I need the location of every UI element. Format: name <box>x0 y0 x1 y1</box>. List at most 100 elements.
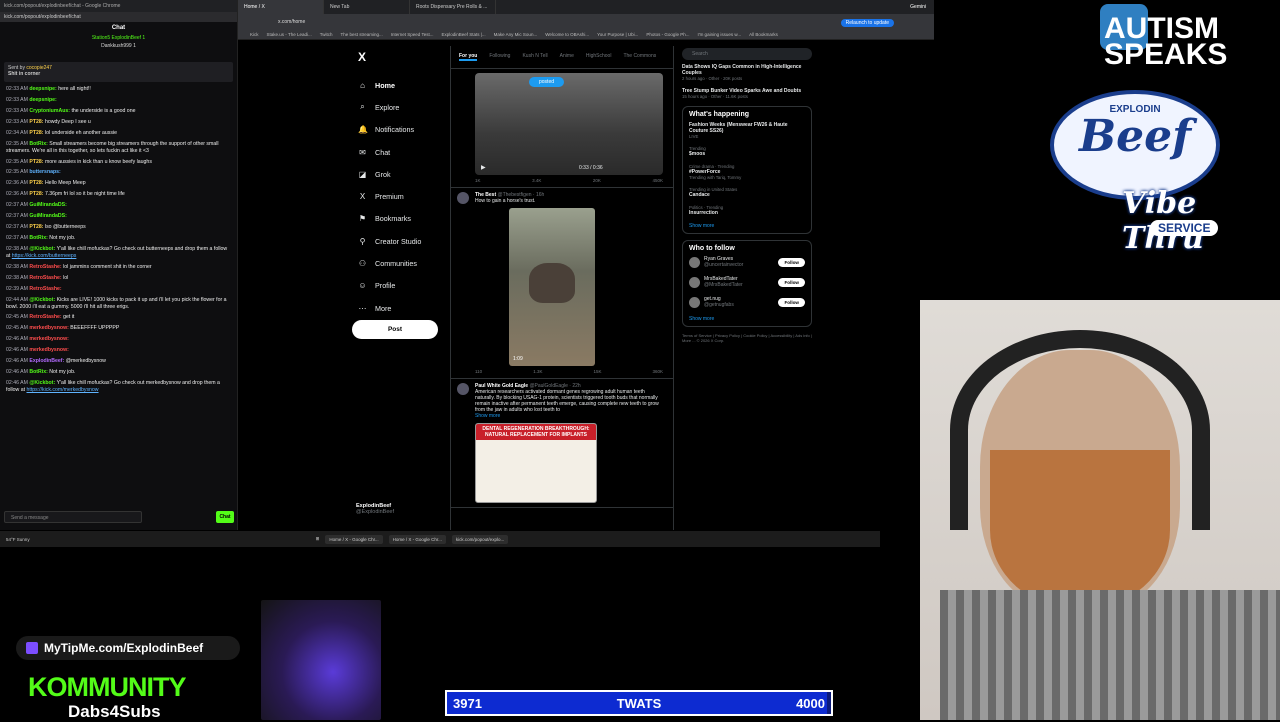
avatar[interactable] <box>457 383 469 395</box>
trend-item[interactable]: Trending $moos <box>689 146 805 157</box>
pinned-message[interactable]: Sent by cocopie247 Shit in corner <box>4 62 233 82</box>
avatar[interactable] <box>457 192 469 204</box>
show-more-trends[interactable]: Show more <box>689 223 805 229</box>
taskbar-item[interactable]: Home / X - Google Chr... <box>388 534 446 544</box>
message-user[interactable]: @Kickbot: <box>29 246 56 252</box>
show-more-follows[interactable]: Show more <box>689 316 805 322</box>
chat-message[interactable]: 02:46 AM ExplodinBeef: @merkedbysnow <box>6 358 231 365</box>
repost-count[interactable]: 3.4K <box>532 178 541 183</box>
tweet-teeth[interactable]: Paul White Gold Eagle @PaulGoldEagle · 2… <box>451 379 673 508</box>
message-user[interactable]: GuiMirandaDS: <box>29 213 66 219</box>
chat-message[interactable]: 02:37 AM GuiMirandaDS: <box>6 213 231 220</box>
message-user[interactable]: PT28: <box>29 130 45 136</box>
chat-message[interactable]: 02:33 AM deepsnipe: here all night!! <box>6 86 231 93</box>
chat-message[interactable]: 02:35 AM BotRix: Small streamers become … <box>6 141 231 154</box>
bookmark-item[interactable]: ExplodinBeef Stats |... <box>441 32 485 37</box>
timeline-tab[interactable]: Following <box>489 53 510 61</box>
message-user[interactable]: @Kickbot: <box>29 297 56 303</box>
trend-item[interactable]: Trending in United States Candace <box>689 187 805 198</box>
show-more-link[interactable]: Show more <box>475 413 663 419</box>
gemini-button[interactable]: Gemini <box>902 0 934 14</box>
trend-item[interactable]: Data Shows IQ Gaps Common in High-Intell… <box>682 64 812 81</box>
bookmark-item[interactable]: Photos - Google Ph... <box>646 32 689 37</box>
reply-count[interactable]: 1K <box>475 178 481 183</box>
chat-message[interactable]: 02:37 AM PT28: lso @butterneeps <box>6 224 231 231</box>
message-user[interactable]: PT28: <box>29 180 45 186</box>
chat-message[interactable]: 02:36 AM PT28: Hello Meep Meep <box>6 180 231 187</box>
happening-event[interactable]: Fashion Weeks (Menswear FW26 & Haute Cou… <box>689 122 805 139</box>
chat-message[interactable]: 02:45 AM RetroStashe: get it <box>6 314 231 321</box>
nav-item-chat[interactable]: ✉ Chat <box>352 141 448 163</box>
message-user[interactable]: RetroStashe: <box>29 264 63 270</box>
tab-new[interactable]: New Tab <box>324 0 410 14</box>
message-user[interactable]: deepsnipe: <box>29 86 58 92</box>
message-user[interactable]: RetroStashe: <box>29 314 63 320</box>
chat-message[interactable]: 02:35 AM buttersnaps: <box>6 169 231 176</box>
chat-message[interactable]: 02:39 AM RetroStashe: <box>6 286 231 293</box>
message-user[interactable]: deepsnipe: <box>29 97 56 103</box>
message-user[interactable]: merkedbysnow: <box>29 336 69 342</box>
chat-message[interactable]: 02:34 AM PT28: lol underside eh another … <box>6 130 231 137</box>
timeline-tab[interactable]: The Commons <box>623 53 656 61</box>
message-link[interactable]: https://kick.com/butterneeps <box>12 253 77 259</box>
message-link[interactable]: https://kick.com/merkedbysnow <box>26 387 98 393</box>
bookmark-item[interactable]: Stake.us - The Leadi... <box>267 32 312 37</box>
bookmark-item[interactable]: All Bookmarks <box>749 32 778 37</box>
view-count[interactable]: 360K <box>652 369 663 374</box>
chat-send-button[interactable]: Chat <box>216 511 234 523</box>
horse-video[interactable]: 1:09 <box>509 208 595 366</box>
tab-roots[interactable]: Roots Dispensary Pre Rolls & ... <box>410 0 496 14</box>
message-user[interactable]: BotRix: <box>29 141 49 147</box>
address-bar[interactable]: x.com/home Relaunch to update <box>238 14 934 30</box>
chat-message[interactable]: 02:38 AM @Kickbot: Y'all like chill mofu… <box>6 246 231 259</box>
teeth-image[interactable]: DENTAL REGENERATION BREAKTHROUGH: NATURA… <box>475 423 597 503</box>
tweet-horse[interactable]: The Best @Thebestfigen · 16h How to gain… <box>451 188 673 379</box>
message-user[interactable]: RetroStashe: <box>29 286 61 292</box>
message-user[interactable]: RetroStashe: <box>29 275 63 281</box>
message-user[interactable]: BotRix: <box>29 369 49 375</box>
chat-message[interactable]: 02:44 AM @Kickbot: Kicks are LIVE! 1000 … <box>6 297 231 310</box>
message-user[interactable]: CryptoniumAus: <box>29 108 71 114</box>
bookmark-item[interactable]: Your Purpose | Ubi... <box>597 32 638 37</box>
message-user[interactable]: PT28: <box>29 191 45 197</box>
repost-count[interactable]: 1.3K <box>533 369 542 374</box>
weather[interactable]: 54°F Sunny <box>6 537 30 542</box>
bookmark-item[interactable]: Twitch <box>320 32 333 37</box>
nav-item-home[interactable]: ⌂ Home <box>352 74 448 96</box>
play-icon[interactable]: ▶ <box>481 164 486 171</box>
bookmark-item[interactable]: Make Any Mic Soun... <box>494 32 538 37</box>
chat-message[interactable]: 02:46 AM @Kickbot: Y'all like chill mofu… <box>6 380 231 393</box>
timeline-tab[interactable]: Kush N Tell <box>522 53 547 61</box>
chat-message[interactable]: 02:37 AM GuiMirandaDS: <box>6 202 231 209</box>
tweet-video[interactable]: posted ▶ 0:33 / 0:36 1K 3.4K 20K 450K <box>451 69 673 188</box>
nav-item-explore[interactable]: ⌕ Explore <box>352 96 448 118</box>
message-user[interactable]: PT28: <box>29 159 45 165</box>
trend-item[interactable]: Tree Stump Bunker Video Sparks Awe and D… <box>682 88 812 99</box>
avatar[interactable] <box>689 296 700 308</box>
nav-item-premium[interactable]: X Premium <box>352 185 448 207</box>
chat-message[interactable]: 02:46 AM BotRix: Not my job. <box>6 369 231 376</box>
nav-item-notifications[interactable]: 🔔 Notifications <box>352 119 448 141</box>
like-count[interactable]: 20K <box>593 178 601 183</box>
bookmark-item[interactable]: Internet Speed Test... <box>391 32 434 37</box>
post-button[interactable]: Post <box>352 320 438 339</box>
timeline-tab[interactable]: For you <box>459 53 478 61</box>
nav-item-profile[interactable]: ☺ Profile <box>352 275 448 297</box>
follow-name-block[interactable]: get.nug @getnugfabs <box>704 296 734 308</box>
like-count[interactable]: 15K <box>593 369 601 374</box>
follow-name-block[interactable]: Ryan Graves @uncertainvector <box>704 256 743 268</box>
chat-message[interactable]: 02:46 AM merkedbysnow: <box>6 336 231 343</box>
nav-item-communities[interactable]: ⚇ Communities <box>352 252 448 274</box>
chat-message[interactable]: 02:38 AM RetroStashe: lol <box>6 275 231 282</box>
bookmark-item[interactable]: Kick <box>250 32 259 37</box>
follow-button[interactable]: Follow <box>778 277 805 287</box>
bookmark-item[interactable]: The best streaming... <box>340 32 382 37</box>
bookmark-item[interactable]: I'm gaining issues w... <box>697 32 741 37</box>
nav-item-more[interactable]: ⋯ More <box>352 297 448 319</box>
message-user[interactable]: @Kickbot: <box>29 380 56 386</box>
tab-home-x[interactable]: Home / X <box>238 0 324 14</box>
reply-count[interactable]: 110 <box>475 369 482 374</box>
view-count[interactable]: 450K <box>652 178 663 183</box>
trend-item[interactable]: Crime drama · Trending #PowerForce Trendin… <box>689 164 805 180</box>
follow-button[interactable]: Follow <box>778 297 805 307</box>
